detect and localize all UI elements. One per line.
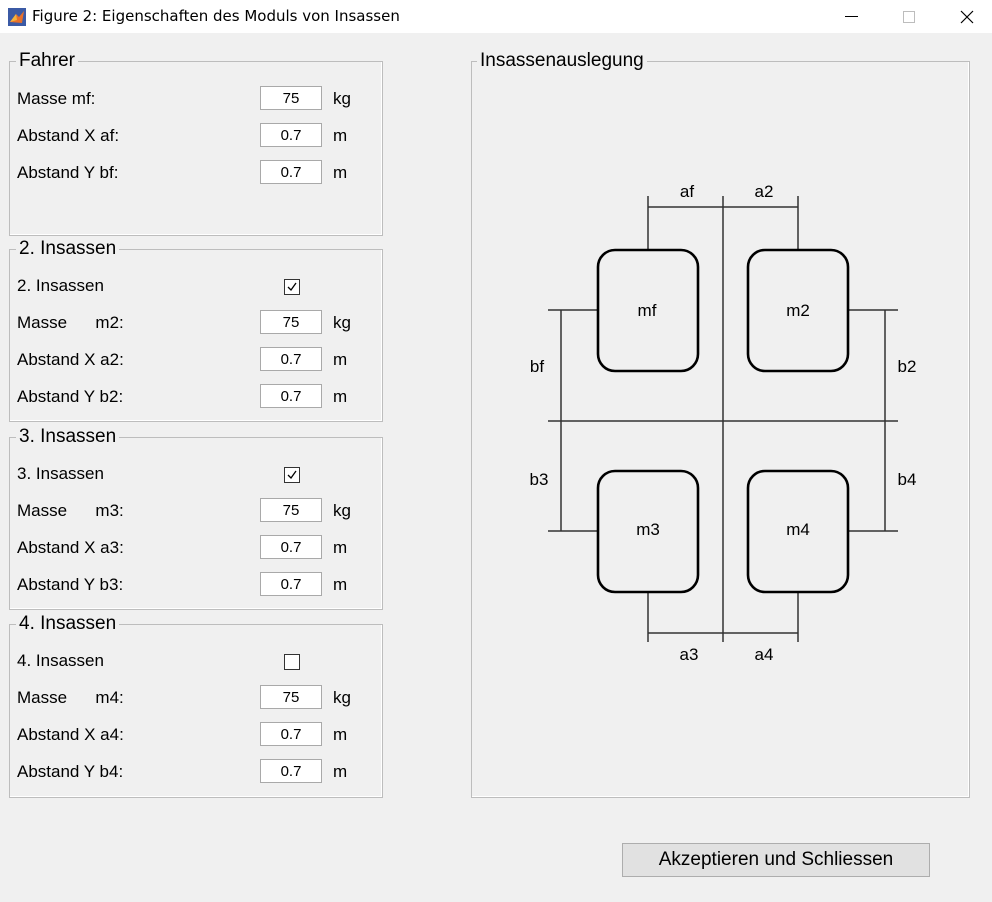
seat-m4-label: m4: [786, 520, 810, 539]
seat-m3-label: m3: [636, 520, 660, 539]
accept-and-close-button[interactable]: Akzeptieren und Schliessen: [622, 843, 930, 877]
dim-b4-label: b4: [898, 470, 917, 489]
dim-b2-label: b2: [898, 357, 917, 376]
seat-m2-label: m2: [786, 301, 810, 320]
seat-mf-label: mf: [638, 301, 657, 320]
dim-a3-label: a3: [680, 645, 699, 664]
seat-layout-diagram: mf m2 m3 m4 af a2 a3 a4 bf b2 b3 b4: [530, 182, 917, 664]
dim-bf-label: bf: [530, 357, 544, 376]
dim-a2-label: a2: [755, 182, 774, 201]
dim-a4-label: a4: [755, 645, 774, 664]
dim-af-label: af: [680, 182, 694, 201]
dim-b3-label: b3: [530, 470, 549, 489]
